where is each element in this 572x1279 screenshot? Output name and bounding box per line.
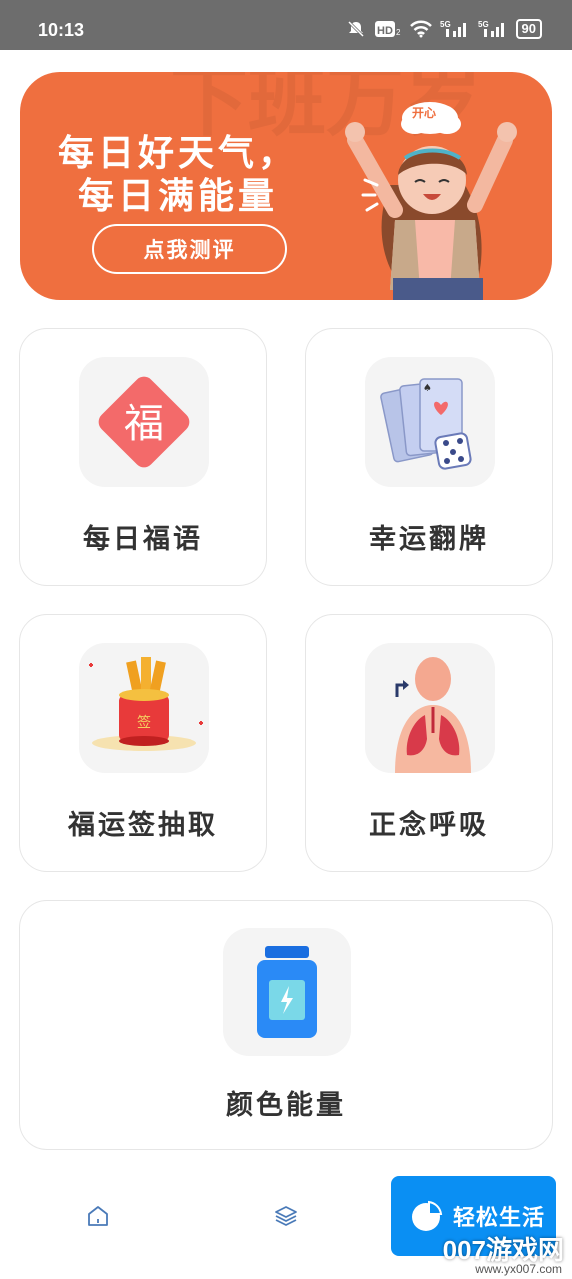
svg-text:HD: HD	[377, 25, 393, 37]
happy-girl-illustration	[345, 102, 517, 300]
banner-title-line2: 每日满能量	[78, 176, 279, 217]
layers-icon	[275, 1206, 297, 1226]
card-icon-bg	[223, 928, 351, 1056]
wifi-icon	[409, 20, 432, 38]
nav-home[interactable]	[80, 1198, 116, 1234]
breathing-lungs-icon	[395, 657, 471, 773]
bubble-text: 开心	[412, 106, 437, 120]
card-label: 福运签抽取	[68, 810, 218, 841]
signal-5g-icon: 5G	[478, 19, 508, 39]
card-icon-bg: ♠	[365, 357, 495, 487]
nav-layers[interactable]	[268, 1198, 304, 1234]
card-fortune-sticks[interactable]: 签 福运签抽取	[19, 614, 267, 872]
evaluate-button[interactable]: 点我测评	[92, 224, 287, 274]
card-label: 每日福语	[83, 524, 203, 555]
card-lucky-flip[interactable]: ♠ 幸运翻牌	[305, 328, 553, 586]
card-icon-bg: 福	[79, 357, 209, 487]
card-label: 颜色能量	[226, 1090, 346, 1121]
card-icon-bg	[365, 643, 495, 773]
energy-bottle-icon	[257, 946, 317, 1038]
playing-cards-dice-icon: ♠	[380, 378, 472, 470]
card-icon-bg: 签	[79, 643, 209, 773]
nav-fab-label: 轻松生活	[453, 1206, 546, 1231]
home-icon	[88, 1206, 108, 1226]
status-time: 10:13	[38, 20, 85, 40]
fortune-diamond-icon: 福	[98, 376, 190, 468]
status-icons: HD 2 5G 5G 90	[346, 19, 542, 39]
battery-icon: 90	[515, 19, 542, 39]
svg-text:2: 2	[396, 28, 401, 37]
pie-chart-icon	[412, 1200, 443, 1231]
card-daily-blessing[interactable]: 福 每日福语	[19, 328, 267, 586]
card-label: 正念呼吸	[369, 810, 489, 841]
hd-icon: HD 2	[374, 19, 402, 39]
signal-5g-icon: 5G	[440, 19, 470, 39]
promo-banner[interactable]: 下班万岁 每日好天气， 每日满能量 点我测评 开心	[20, 72, 552, 300]
fortune-sticks-icon: 签	[89, 657, 203, 751]
sticks-char: 签	[137, 714, 151, 731]
card-mindful-breathing[interactable]: 正念呼吸	[305, 614, 553, 872]
status-bar: 10:13 HD 2 5G 5G 90	[0, 0, 572, 50]
card-label: 幸运翻牌	[369, 524, 489, 555]
site-watermark-url: www.yx007.com	[475, 1262, 562, 1276]
svg-text:5G: 5G	[440, 20, 451, 29]
mute-bell-icon	[346, 19, 366, 39]
fortune-char: 福	[124, 401, 164, 447]
svg-text:5G: 5G	[478, 20, 489, 29]
svg-text:♠: ♠	[423, 383, 432, 394]
card-color-energy[interactable]: 颜色能量	[19, 900, 553, 1150]
